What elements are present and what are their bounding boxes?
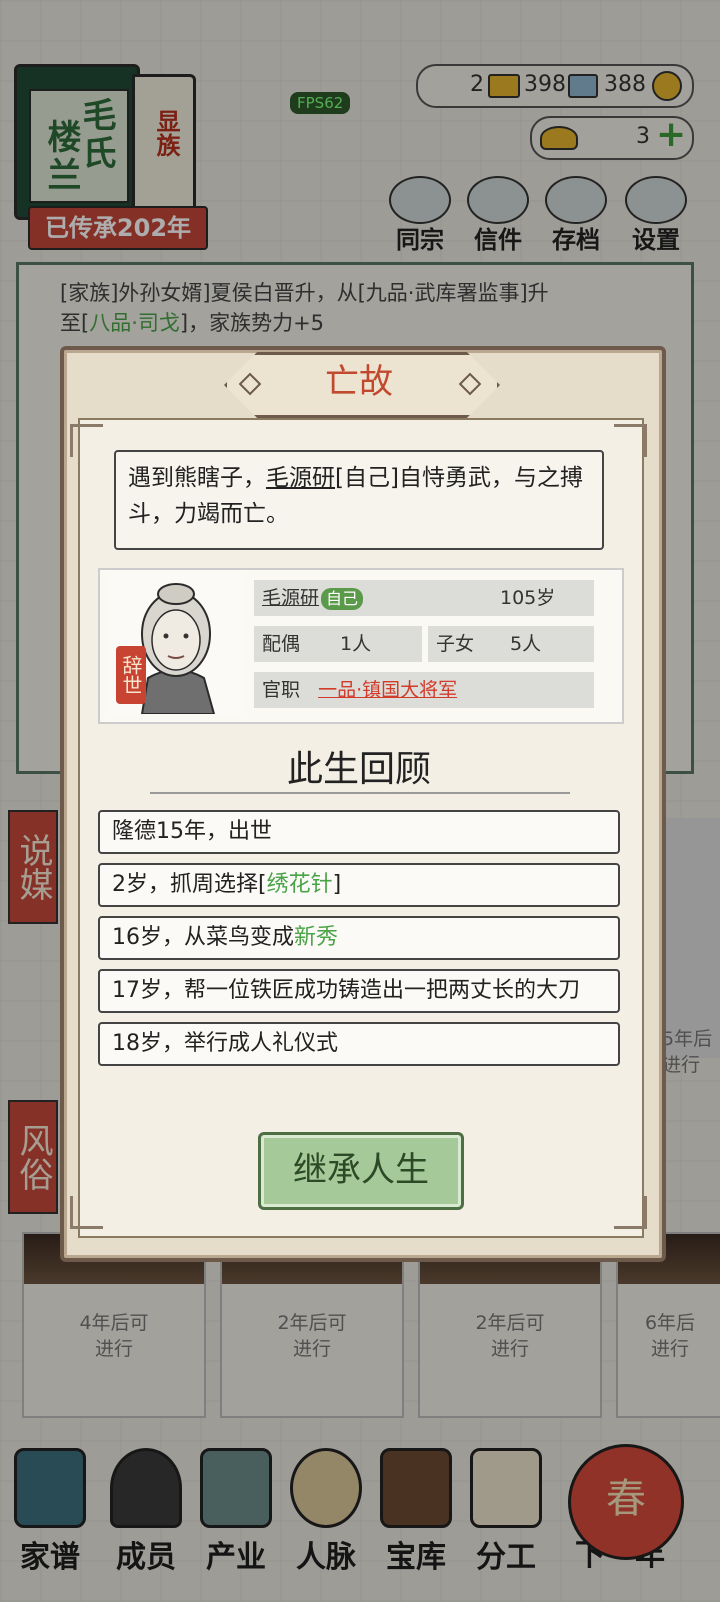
review-item: 17岁，帮一位铁匠成功铸造出一把两丈长的大刀	[98, 969, 620, 1013]
office-label: 官职	[262, 679, 301, 701]
corner-ornament	[70, 424, 103, 457]
children-row: 子女 5人	[428, 626, 594, 662]
corner-ornament	[614, 1196, 647, 1229]
review-item: 18岁，举行成人礼仪式	[98, 1022, 620, 1066]
review-text: 17岁，帮一位铁匠成功铸造出一把两丈长的大刀	[112, 978, 580, 1003]
corner-ornament	[614, 424, 647, 457]
event-text: 遇到熊瞎子，	[128, 465, 266, 491]
review-highlight: 绣花针	[266, 872, 333, 897]
review-text: 18岁，举行成人礼仪式	[112, 1031, 338, 1056]
spouse-label: 配偶	[262, 633, 301, 655]
review-item: 隆德15年，出世	[98, 810, 620, 854]
review-divider	[150, 782, 570, 794]
status-seal: 辞世	[116, 646, 146, 704]
person-age: 105岁	[500, 587, 556, 609]
corner-ornament	[70, 1196, 103, 1229]
children-value: 5人	[510, 633, 542, 655]
children-label: 子女	[436, 633, 475, 655]
spouse-row: 配偶 1人	[254, 626, 422, 662]
dialog-title: 亡故	[325, 362, 393, 402]
person-name-link[interactable]: 毛源研	[266, 465, 335, 491]
inherit-life-button[interactable]: 继承人生	[258, 1132, 464, 1210]
review-text: 16岁，从菜鸟变成	[112, 925, 294, 950]
person-name[interactable]: 毛源研	[262, 587, 319, 609]
self-badge: 自己	[321, 587, 364, 610]
office-row: 官职 一品·镇国大将军	[254, 672, 594, 708]
death-event-text: 遇到熊瞎子，毛源研[自己]自恃勇武，与之搏斗，力竭而亡。	[114, 450, 604, 550]
review-item: 16岁，从菜鸟变成新秀	[98, 916, 620, 960]
person-name-row: 毛源研 自己 105岁	[254, 580, 594, 616]
review-text: ]	[332, 872, 342, 897]
office-value[interactable]: 一品·镇国大将军	[318, 679, 457, 701]
review-highlight: 新秀	[294, 925, 339, 950]
life-review-list[interactable]: 隆德15年，出世 2岁，抓周选择[绣花针] 16岁，从菜鸟变成新秀 17岁，帮一…	[98, 810, 620, 1092]
spouse-value: 1人	[340, 633, 372, 655]
review-item: 2岁，抓周选择[绣花针]	[98, 863, 620, 907]
review-text: 隆德15年，出世	[112, 819, 272, 844]
review-text: 2岁，抓周选择[	[112, 872, 267, 897]
